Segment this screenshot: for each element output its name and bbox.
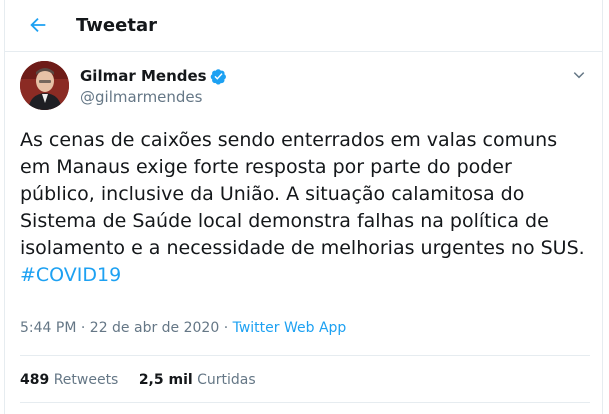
tweet-meta: 5:44 PM · 22 de abr de 2020 · Twitter We… — [20, 320, 346, 336]
more-options-button[interactable] — [570, 66, 588, 84]
author-name[interactable]: Gilmar Mendes — [80, 67, 227, 85]
author-handle[interactable]: @gilmarmendes — [80, 88, 202, 106]
retweets-stat[interactable]: 489 Retweets — [20, 372, 123, 388]
source-app-link[interactable]: Twitter Web App — [233, 320, 347, 336]
tweet-stats: 489 Retweets 2,5 mil Curtidas — [20, 372, 272, 388]
retweets-label: Retweets — [53, 372, 119, 388]
tweet-date[interactable]: 22 de abr de 2020 — [90, 320, 219, 336]
author-name-text: Gilmar Mendes — [80, 67, 207, 85]
tweet-text: As cenas de caixões sendo enterrados em … — [20, 129, 585, 259]
page-title: Tweetar — [76, 15, 157, 36]
meta-separator-2: · — [223, 320, 229, 336]
avatar[interactable] — [20, 61, 69, 110]
arrow-left-icon — [30, 17, 46, 33]
back-button[interactable] — [25, 12, 51, 38]
chevron-down-icon — [573, 72, 585, 79]
verified-badge-icon — [210, 68, 226, 85]
divider-bottom — [20, 402, 590, 403]
tweet-page: Tweetar Gilmar Mendes @gilmarmendes As c… — [4, 0, 603, 414]
tweet-time[interactable]: 5:44 PM — [20, 320, 76, 336]
hashtag-link[interactable]: #COVID19 — [20, 264, 121, 286]
retweets-count: 489 — [20, 372, 50, 388]
likes-label: Curtidas — [197, 372, 256, 388]
likes-stat[interactable]: 2,5 mil Curtidas — [139, 372, 256, 388]
divider — [20, 355, 590, 356]
avatar-photo — [20, 61, 69, 110]
likes-count: 2,5 mil — [138, 372, 193, 388]
meta-separator: · — [80, 320, 86, 336]
tweet-body: As cenas de caixões sendo enterrados em … — [20, 127, 590, 289]
page-header: Tweetar — [5, 0, 602, 52]
